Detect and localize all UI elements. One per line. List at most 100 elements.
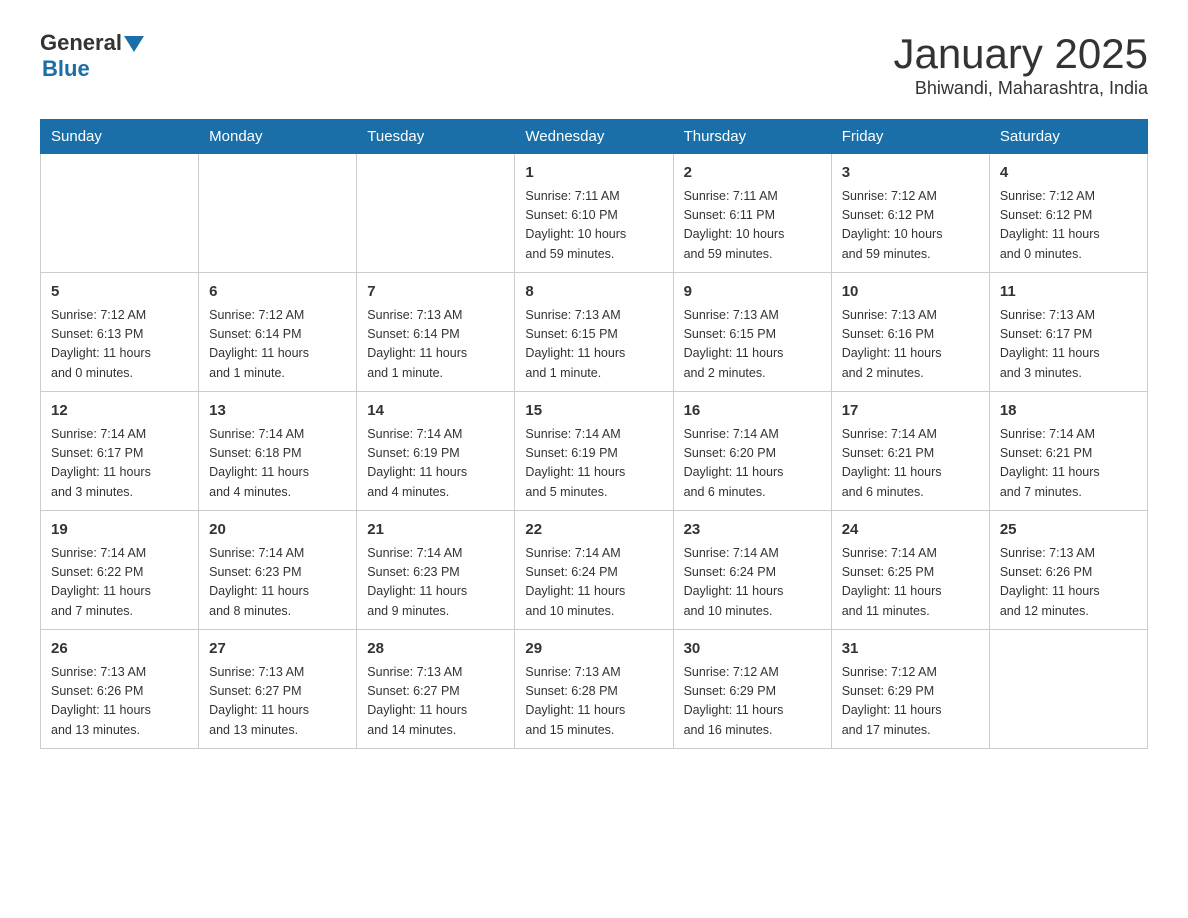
calendar-cell bbox=[989, 630, 1147, 749]
calendar-cell: 9Sunrise: 7:13 AM Sunset: 6:15 PM Daylig… bbox=[673, 273, 831, 392]
day-info: Sunrise: 7:12 AM Sunset: 6:29 PM Dayligh… bbox=[842, 663, 979, 741]
day-info: Sunrise: 7:13 AM Sunset: 6:26 PM Dayligh… bbox=[51, 663, 188, 741]
day-number: 3 bbox=[842, 162, 979, 185]
calendar-cell: 31Sunrise: 7:12 AM Sunset: 6:29 PM Dayli… bbox=[831, 630, 989, 749]
day-number: 14 bbox=[367, 400, 504, 423]
calendar-cell: 3Sunrise: 7:12 AM Sunset: 6:12 PM Daylig… bbox=[831, 154, 989, 273]
day-number: 22 bbox=[525, 519, 662, 542]
calendar-cell: 17Sunrise: 7:14 AM Sunset: 6:21 PM Dayli… bbox=[831, 392, 989, 511]
calendar-week-row: 19Sunrise: 7:14 AM Sunset: 6:22 PM Dayli… bbox=[41, 511, 1148, 630]
day-number: 24 bbox=[842, 519, 979, 542]
calendar-header-row: SundayMondayTuesdayWednesdayThursdayFrid… bbox=[41, 120, 1148, 154]
weekday-header-thursday: Thursday bbox=[673, 120, 831, 154]
day-info: Sunrise: 7:12 AM Sunset: 6:12 PM Dayligh… bbox=[842, 187, 979, 265]
calendar-cell: 28Sunrise: 7:13 AM Sunset: 6:27 PM Dayli… bbox=[357, 630, 515, 749]
day-info: Sunrise: 7:14 AM Sunset: 6:22 PM Dayligh… bbox=[51, 544, 188, 622]
calendar-cell: 23Sunrise: 7:14 AM Sunset: 6:24 PM Dayli… bbox=[673, 511, 831, 630]
weekday-header-saturday: Saturday bbox=[989, 120, 1147, 154]
day-info: Sunrise: 7:14 AM Sunset: 6:23 PM Dayligh… bbox=[367, 544, 504, 622]
day-info: Sunrise: 7:14 AM Sunset: 6:19 PM Dayligh… bbox=[525, 425, 662, 503]
day-number: 31 bbox=[842, 638, 979, 661]
calendar-cell bbox=[41, 154, 199, 273]
weekday-header-tuesday: Tuesday bbox=[357, 120, 515, 154]
day-number: 12 bbox=[51, 400, 188, 423]
calendar-cell: 2Sunrise: 7:11 AM Sunset: 6:11 PM Daylig… bbox=[673, 154, 831, 273]
calendar-cell: 21Sunrise: 7:14 AM Sunset: 6:23 PM Dayli… bbox=[357, 511, 515, 630]
calendar-cell: 13Sunrise: 7:14 AM Sunset: 6:18 PM Dayli… bbox=[199, 392, 357, 511]
day-number: 13 bbox=[209, 400, 346, 423]
calendar-table: SundayMondayTuesdayWednesdayThursdayFrid… bbox=[40, 119, 1148, 749]
day-number: 27 bbox=[209, 638, 346, 661]
day-info: Sunrise: 7:14 AM Sunset: 6:23 PM Dayligh… bbox=[209, 544, 346, 622]
day-number: 15 bbox=[525, 400, 662, 423]
day-info: Sunrise: 7:13 AM Sunset: 6:15 PM Dayligh… bbox=[684, 306, 821, 384]
logo: General Blue bbox=[40, 30, 144, 82]
day-info: Sunrise: 7:13 AM Sunset: 6:16 PM Dayligh… bbox=[842, 306, 979, 384]
calendar-cell: 19Sunrise: 7:14 AM Sunset: 6:22 PM Dayli… bbox=[41, 511, 199, 630]
logo-general-text: General bbox=[40, 30, 122, 56]
day-number: 30 bbox=[684, 638, 821, 661]
day-info: Sunrise: 7:13 AM Sunset: 6:15 PM Dayligh… bbox=[525, 306, 662, 384]
day-info: Sunrise: 7:12 AM Sunset: 6:29 PM Dayligh… bbox=[684, 663, 821, 741]
day-number: 19 bbox=[51, 519, 188, 542]
day-number: 8 bbox=[525, 281, 662, 304]
day-number: 10 bbox=[842, 281, 979, 304]
day-info: Sunrise: 7:11 AM Sunset: 6:11 PM Dayligh… bbox=[684, 187, 821, 265]
day-number: 29 bbox=[525, 638, 662, 661]
calendar-cell: 5Sunrise: 7:12 AM Sunset: 6:13 PM Daylig… bbox=[41, 273, 199, 392]
day-number: 28 bbox=[367, 638, 504, 661]
day-number: 16 bbox=[684, 400, 821, 423]
day-number: 7 bbox=[367, 281, 504, 304]
calendar-cell: 6Sunrise: 7:12 AM Sunset: 6:14 PM Daylig… bbox=[199, 273, 357, 392]
calendar-cell: 15Sunrise: 7:14 AM Sunset: 6:19 PM Dayli… bbox=[515, 392, 673, 511]
day-info: Sunrise: 7:11 AM Sunset: 6:10 PM Dayligh… bbox=[525, 187, 662, 265]
calendar-week-row: 1Sunrise: 7:11 AM Sunset: 6:10 PM Daylig… bbox=[41, 154, 1148, 273]
calendar-cell: 14Sunrise: 7:14 AM Sunset: 6:19 PM Dayli… bbox=[357, 392, 515, 511]
calendar-cell: 26Sunrise: 7:13 AM Sunset: 6:26 PM Dayli… bbox=[41, 630, 199, 749]
day-info: Sunrise: 7:12 AM Sunset: 6:13 PM Dayligh… bbox=[51, 306, 188, 384]
day-info: Sunrise: 7:13 AM Sunset: 6:27 PM Dayligh… bbox=[367, 663, 504, 741]
calendar-cell: 1Sunrise: 7:11 AM Sunset: 6:10 PM Daylig… bbox=[515, 154, 673, 273]
day-info: Sunrise: 7:13 AM Sunset: 6:26 PM Dayligh… bbox=[1000, 544, 1137, 622]
calendar-cell: 29Sunrise: 7:13 AM Sunset: 6:28 PM Dayli… bbox=[515, 630, 673, 749]
day-number: 9 bbox=[684, 281, 821, 304]
day-info: Sunrise: 7:13 AM Sunset: 6:14 PM Dayligh… bbox=[367, 306, 504, 384]
calendar-cell: 7Sunrise: 7:13 AM Sunset: 6:14 PM Daylig… bbox=[357, 273, 515, 392]
day-number: 1 bbox=[525, 162, 662, 185]
day-number: 17 bbox=[842, 400, 979, 423]
title-section: January 2025 Bhiwandi, Maharashtra, Indi… bbox=[893, 30, 1148, 99]
day-info: Sunrise: 7:14 AM Sunset: 6:19 PM Dayligh… bbox=[367, 425, 504, 503]
day-number: 25 bbox=[1000, 519, 1137, 542]
calendar-cell: 22Sunrise: 7:14 AM Sunset: 6:24 PM Dayli… bbox=[515, 511, 673, 630]
day-number: 4 bbox=[1000, 162, 1137, 185]
calendar-cell: 10Sunrise: 7:13 AM Sunset: 6:16 PM Dayli… bbox=[831, 273, 989, 392]
calendar-cell: 4Sunrise: 7:12 AM Sunset: 6:12 PM Daylig… bbox=[989, 154, 1147, 273]
calendar-cell bbox=[199, 154, 357, 273]
location-text: Bhiwandi, Maharashtra, India bbox=[893, 78, 1148, 99]
day-number: 18 bbox=[1000, 400, 1137, 423]
day-info: Sunrise: 7:14 AM Sunset: 6:21 PM Dayligh… bbox=[842, 425, 979, 503]
calendar-cell: 20Sunrise: 7:14 AM Sunset: 6:23 PM Dayli… bbox=[199, 511, 357, 630]
day-info: Sunrise: 7:12 AM Sunset: 6:12 PM Dayligh… bbox=[1000, 187, 1137, 265]
calendar-cell: 11Sunrise: 7:13 AM Sunset: 6:17 PM Dayli… bbox=[989, 273, 1147, 392]
day-info: Sunrise: 7:13 AM Sunset: 6:17 PM Dayligh… bbox=[1000, 306, 1137, 384]
day-info: Sunrise: 7:14 AM Sunset: 6:24 PM Dayligh… bbox=[525, 544, 662, 622]
calendar-cell: 30Sunrise: 7:12 AM Sunset: 6:29 PM Dayli… bbox=[673, 630, 831, 749]
calendar-week-row: 12Sunrise: 7:14 AM Sunset: 6:17 PM Dayli… bbox=[41, 392, 1148, 511]
logo-blue-text: Blue bbox=[42, 56, 90, 82]
day-info: Sunrise: 7:13 AM Sunset: 6:27 PM Dayligh… bbox=[209, 663, 346, 741]
day-number: 2 bbox=[684, 162, 821, 185]
calendar-cell: 16Sunrise: 7:14 AM Sunset: 6:20 PM Dayli… bbox=[673, 392, 831, 511]
day-info: Sunrise: 7:13 AM Sunset: 6:28 PM Dayligh… bbox=[525, 663, 662, 741]
weekday-header-monday: Monday bbox=[199, 120, 357, 154]
calendar-cell: 18Sunrise: 7:14 AM Sunset: 6:21 PM Dayli… bbox=[989, 392, 1147, 511]
weekday-header-wednesday: Wednesday bbox=[515, 120, 673, 154]
logo-triangle-icon bbox=[124, 34, 144, 54]
day-info: Sunrise: 7:14 AM Sunset: 6:18 PM Dayligh… bbox=[209, 425, 346, 503]
day-number: 26 bbox=[51, 638, 188, 661]
page-header: General Blue January 2025 Bhiwandi, Maha… bbox=[40, 30, 1148, 99]
day-info: Sunrise: 7:12 AM Sunset: 6:14 PM Dayligh… bbox=[209, 306, 346, 384]
day-info: Sunrise: 7:14 AM Sunset: 6:20 PM Dayligh… bbox=[684, 425, 821, 503]
calendar-cell bbox=[357, 154, 515, 273]
day-info: Sunrise: 7:14 AM Sunset: 6:24 PM Dayligh… bbox=[684, 544, 821, 622]
